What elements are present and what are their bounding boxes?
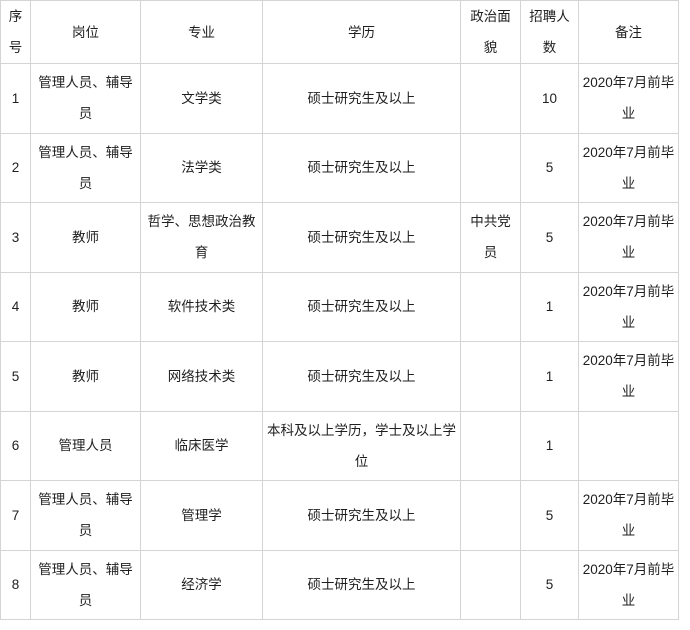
cell-major: 文学类: [140, 63, 263, 134]
table-row: 1 管理人员、辅导员 文学类 硕士研究生及以上 10 2020年7月前毕业: [0, 63, 679, 134]
cell-major: 哲学、思想政治教育: [140, 202, 263, 273]
cell-major: 网络技术类: [140, 341, 263, 412]
cell-major: 经济学: [140, 550, 263, 620]
cell-remark: [578, 411, 679, 481]
cell-political-status: [460, 550, 521, 620]
cell-education: 硕士研究生及以上: [262, 550, 461, 620]
table-header: 序号 岗位 专业 学历 政治面貌 招聘人数 备注: [0, 0, 679, 64]
cell-sequence: 4: [0, 272, 31, 342]
table-row: 8 管理人员、辅导员 经济学 硕士研究生及以上 5 2020年7月前毕业: [0, 550, 679, 620]
cell-education: 硕士研究生及以上: [262, 341, 461, 412]
cell-education: 硕士研究生及以上: [262, 63, 461, 134]
cell-political-status: [460, 63, 521, 134]
cell-political-status: [460, 272, 521, 342]
header-sequence: 序号: [0, 0, 31, 64]
header-position: 岗位: [30, 0, 141, 64]
cell-education: 本科及以上学历，学士及以上学位: [262, 411, 461, 481]
cell-position: 教师: [30, 202, 141, 273]
cell-headcount: 5: [520, 550, 579, 620]
cell-sequence: 5: [0, 341, 31, 412]
cell-remark: 2020年7月前毕业: [578, 202, 679, 273]
cell-headcount: 1: [520, 411, 579, 481]
table-row: 5 教师 网络技术类 硕士研究生及以上 1 2020年7月前毕业: [0, 341, 679, 412]
cell-remark: 2020年7月前毕业: [578, 480, 679, 551]
cell-political-status: 中共党员: [460, 202, 521, 273]
table-header-row: 序号 岗位 专业 学历 政治面貌 招聘人数 备注: [0, 0, 679, 64]
cell-position: 管理人员、辅导员: [30, 63, 141, 134]
header-political-status: 政治面貌: [460, 0, 521, 64]
cell-sequence: 3: [0, 202, 31, 273]
cell-remark: 2020年7月前毕业: [578, 133, 679, 203]
cell-headcount: 5: [520, 133, 579, 203]
cell-education: 硕士研究生及以上: [262, 202, 461, 273]
cell-political-status: [460, 133, 521, 203]
cell-major: 软件技术类: [140, 272, 263, 342]
cell-sequence: 7: [0, 480, 31, 551]
cell-major: 法学类: [140, 133, 263, 203]
cell-headcount: 10: [520, 63, 579, 134]
recruitment-table: 序号 岗位 专业 学历 政治面貌 招聘人数 备注 1 管理人员、辅导员 文学类 硕士研…: [0, 0, 679, 620]
cell-remark: 2020年7月前毕业: [578, 550, 679, 620]
table-row: 7 管理人员、辅导员 管理学 硕士研究生及以上 5 2020年7月前毕业: [0, 480, 679, 551]
cell-headcount: 5: [520, 480, 579, 551]
cell-sequence: 2: [0, 133, 31, 203]
cell-position: 管理人员、辅导员: [30, 133, 141, 203]
header-remark: 备注: [578, 0, 679, 64]
table-row: 3 教师 哲学、思想政治教育 硕士研究生及以上 中共党员 5 2020年7月前毕业: [0, 202, 679, 273]
cell-political-status: [460, 480, 521, 551]
header-headcount: 招聘人数: [520, 0, 579, 64]
cell-sequence: 6: [0, 411, 31, 481]
cell-education: 硕士研究生及以上: [262, 480, 461, 551]
cell-sequence: 8: [0, 550, 31, 620]
cell-position: 教师: [30, 272, 141, 342]
table-row: 2 管理人员、辅导员 法学类 硕士研究生及以上 5 2020年7月前毕业: [0, 133, 679, 203]
table-row: 6 管理人员 临床医学 本科及以上学历，学士及以上学位 1: [0, 411, 679, 481]
cell-remark: 2020年7月前毕业: [578, 63, 679, 134]
cell-position: 管理人员: [30, 411, 141, 481]
recruitment-table-container: 序号 岗位 专业 学历 政治面貌 招聘人数 备注 1 管理人员、辅导员 文学类 硕士研…: [0, 0, 690, 630]
cell-position: 教师: [30, 341, 141, 412]
cell-sequence: 1: [0, 63, 31, 134]
cell-political-status: [460, 411, 521, 481]
cell-headcount: 1: [520, 341, 579, 412]
header-education: 学历: [262, 0, 461, 64]
cell-political-status: [460, 341, 521, 412]
cell-position: 管理人员、辅导员: [30, 550, 141, 620]
header-major: 专业: [140, 0, 263, 64]
cell-major: 临床医学: [140, 411, 263, 481]
cell-major: 管理学: [140, 480, 263, 551]
cell-position: 管理人员、辅导员: [30, 480, 141, 551]
cell-education: 硕士研究生及以上: [262, 133, 461, 203]
cell-education: 硕士研究生及以上: [262, 272, 461, 342]
cell-remark: 2020年7月前毕业: [578, 341, 679, 412]
cell-headcount: 5: [520, 202, 579, 273]
table-row: 4 教师 软件技术类 硕士研究生及以上 1 2020年7月前毕业: [0, 272, 679, 342]
cell-remark: 2020年7月前毕业: [578, 272, 679, 342]
cell-headcount: 1: [520, 272, 579, 342]
table-body: 1 管理人员、辅导员 文学类 硕士研究生及以上 10 2020年7月前毕业 2 管理人员、辅导…: [0, 63, 679, 620]
